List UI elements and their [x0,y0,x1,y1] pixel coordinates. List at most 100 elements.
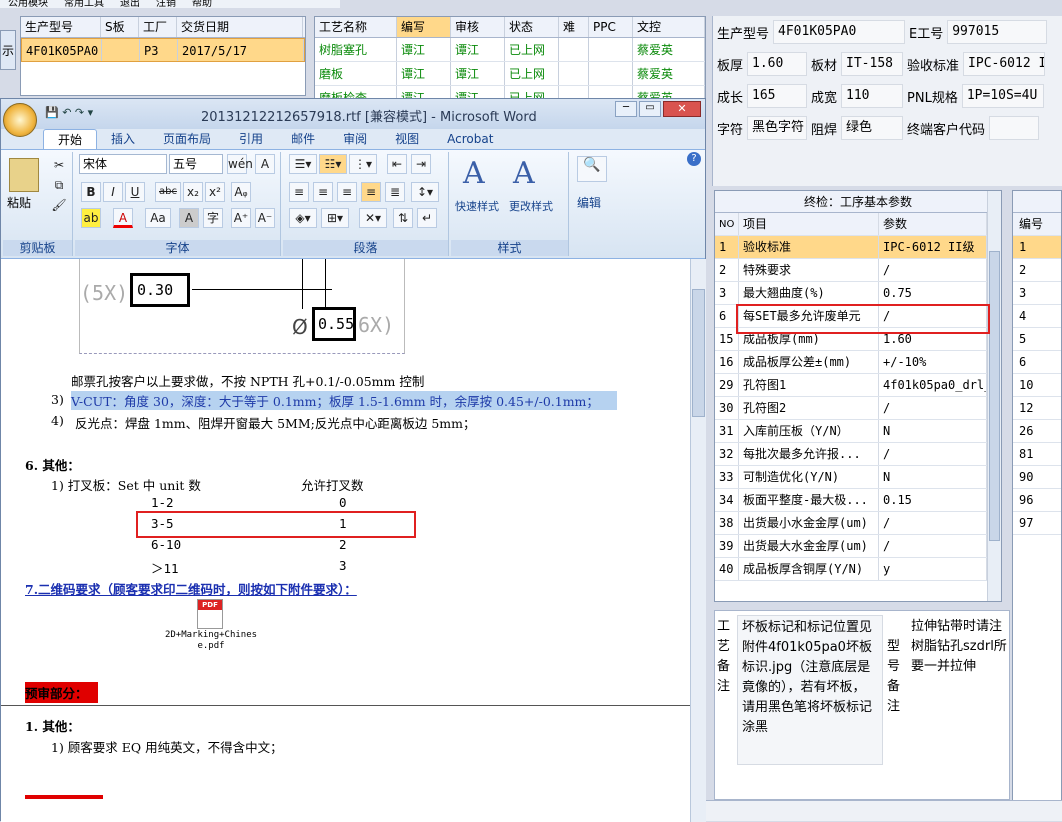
table-row[interactable]: 1 [1013,236,1061,259]
table-row[interactable]: 1 验收标准 IPC-6012 II级 [715,236,1001,259]
tab-view[interactable]: 视图 [381,129,433,149]
menu-item-help[interactable]: 帮助 [192,0,212,8]
tab-mailings[interactable]: 邮件 [277,129,329,149]
prod-model-field[interactable]: 4F01K05PA0 [773,20,906,44]
font-name-select[interactable]: 宋体 [79,154,167,174]
col-header-date[interactable]: 交货日期 [177,17,303,37]
help-icon[interactable]: ? [687,152,701,166]
maximize-button[interactable]: ▭ [639,101,661,117]
table-row[interactable]: 磨板 谭江 谭江 已上网 蔡爱英 [315,62,705,86]
close-button[interactable]: ✕ [663,101,701,117]
find-icon[interactable]: 🔍 [577,156,607,182]
col-header-writer[interactable]: 编写 [397,17,451,37]
scroll-thumb[interactable] [692,289,705,417]
col-header-review[interactable]: 审核 [451,17,505,37]
multilevel-icon[interactable]: ⋮▾ [349,154,377,174]
param-scrollbar[interactable] [987,191,1001,601]
highlight-icon[interactable]: ab [81,208,101,228]
tab-acrobat[interactable]: Acrobat [433,129,507,149]
paste-button[interactable]: 粘贴 [7,194,31,211]
shrink-font-icon[interactable]: A⁻ [255,208,275,228]
table-row[interactable]: 3 [1013,282,1061,305]
table-row[interactable]: 81 [1013,443,1061,466]
table-row[interactable]: 26 [1013,420,1061,443]
distribute-icon[interactable]: ≣ [385,182,405,202]
table-row[interactable]: 6 [1013,351,1061,374]
minimize-button[interactable]: ─ [615,101,637,117]
decrease-indent-icon[interactable]: ⇤ [387,154,407,174]
change-style-icon[interactable]: A [513,156,535,191]
table-row[interactable]: 90 [1013,466,1061,489]
table-row[interactable]: 16 成品板厚公差±(mm) +/-10% [715,351,1001,374]
col-header-process[interactable]: 工艺名称 [315,17,397,37]
table-row[interactable]: 32 每批次最多允许报... / [715,443,1001,466]
col-header-doc[interactable]: 文控 [633,17,705,37]
numbering-icon[interactable]: ☷▾ [319,154,347,174]
material-field[interactable]: IT-158 [841,52,904,76]
table-row[interactable]: 2 [1013,259,1061,282]
format-painter-icon[interactable]: 🖌 [49,196,69,216]
pdf-attachment-name[interactable]: 2D+Marking+Chinese.pdf [161,630,261,652]
change-case-icon[interactable]: Aa [145,208,171,228]
tab-insert[interactable]: 插入 [97,129,149,149]
table-row[interactable]: 10 [1013,374,1061,397]
col-header-hard[interactable]: 难 [559,17,589,37]
table-row[interactable]: 33 可制造优化(Y/N) N [715,466,1001,489]
italic-icon[interactable]: I [103,182,123,202]
tab-layout[interactable]: 页面布局 [149,129,225,149]
align-center-icon[interactable]: ≡ [313,182,333,202]
col-header-sboard[interactable]: S板 [101,17,139,37]
col-header-status[interactable]: 状态 [505,17,559,37]
underline-icon[interactable]: U [125,182,145,202]
bold-icon[interactable]: B [81,182,101,202]
table-row[interactable]: 38 出货最小水金金厚(um) / [715,512,1001,535]
table-row[interactable]: 39 出货最大水金金厚(um) / [715,535,1001,558]
tab-home[interactable]: 开始 [43,129,98,149]
tab-review[interactable]: 审阅 [329,129,381,149]
mask-field[interactable]: 绿色 [841,116,904,140]
menu-item-exit[interactable]: 退出 [120,0,140,8]
model-remark-text[interactable]: 拉伸钻带时请注树脂钻孔szdrl所要一并拉伸 [909,615,1011,765]
document-page[interactable]: (5X) 0.30 Ø 0.55 6X) 邮票孔按客户以上要求做，不按 NPTH… [1,259,690,822]
side-button[interactable]: 示 [0,30,16,70]
quick-style-button[interactable]: 快速样式 [455,198,499,214]
align-right-icon[interactable]: ≡ [337,182,357,202]
sort-icon[interactable]: ⇅ [393,208,413,228]
col-header-factory[interactable]: 工厂 [139,17,177,37]
table-row[interactable]: 30 孔符图2/ [715,397,1001,420]
table-row[interactable]: 5 [1013,328,1061,351]
table-row[interactable]: 31 入库前压板（Y/N） N [715,420,1001,443]
office-button[interactable] [3,103,37,137]
table-row[interactable]: 4 [1013,305,1061,328]
strikethrough-icon[interactable]: abc [155,182,181,202]
phonetic-icon[interactable]: wén [227,154,253,174]
cut-icon[interactable]: ✂ [49,156,69,176]
char-field[interactable]: 黑色字符 [747,116,808,140]
thick-field[interactable]: 1.60 [747,52,808,76]
chinese-layout-icon[interactable]: ✕▾ [359,208,387,228]
pdf-attachment-icon[interactable]: PDF [197,599,223,629]
table-row[interactable]: 2 特殊要求 / [715,259,1001,282]
clear-format-icon[interactable]: Aᵩ [231,182,251,202]
bullets-icon[interactable]: ☰▾ [289,154,317,174]
table-row[interactable]: 12 [1013,397,1061,420]
char-shading-icon[interactable]: A [179,208,199,228]
enclose-char-icon[interactable]: 字 [203,208,223,228]
quick-style-icon[interactable]: A [463,156,485,191]
menu-item-public[interactable]: 公用模块 [8,0,48,8]
tab-references[interactable]: 引用 [225,129,277,149]
copy-icon[interactable]: ⧉ [49,176,69,196]
table-row[interactable]: 29 孔符图1 4f01k05pa0_drl_ [715,374,1001,397]
end-customer-field[interactable] [989,116,1040,140]
subscript-icon[interactable]: x₂ [183,182,203,202]
e-no-field[interactable]: 997015 [947,20,1048,44]
paste-icon[interactable] [9,158,39,192]
borders-icon[interactable]: ⊞▾ [321,208,349,228]
increase-indent-icon[interactable]: ⇥ [411,154,431,174]
justify-icon[interactable]: ≡ [361,182,381,202]
table-row[interactable]: 34 板面平整度-最大极... 0.15 [715,489,1001,512]
line-spacing-icon[interactable]: ↕▾ [411,182,439,202]
pnl-field[interactable]: 1P=10S=4U [961,84,1044,108]
table-row[interactable]: 树脂塞孔 谭江 谭江 已上网 蔡爱英 [315,38,705,62]
superscript-icon[interactable]: x² [205,182,225,202]
